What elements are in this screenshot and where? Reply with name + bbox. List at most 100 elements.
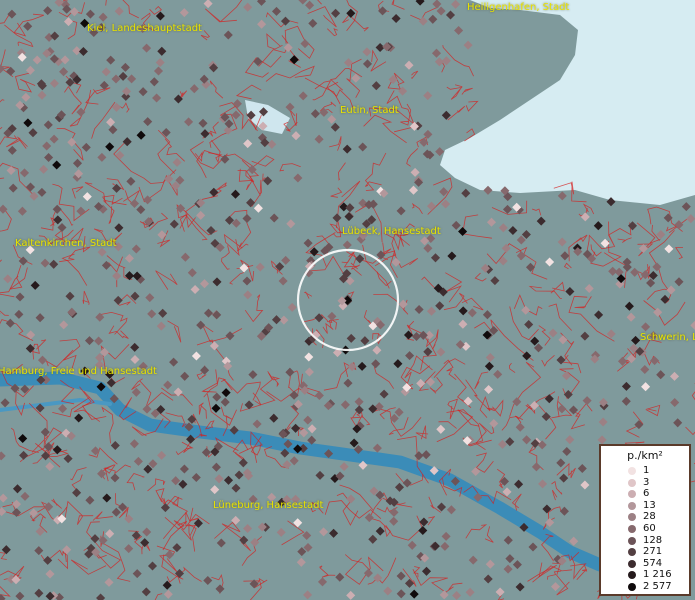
density-dot (414, 304, 424, 315)
density-dot (60, 55, 70, 65)
density-dot (214, 474, 224, 484)
density-dot (98, 12, 108, 22)
density-dot (130, 354, 140, 365)
density-dot (42, 141, 52, 151)
density-dot (308, 18, 318, 28)
density-dot (331, 8, 341, 18)
population-density-map[interactable]: Heiligenhafen, Stadt Kiel, Landeshauptst… (0, 0, 695, 600)
map-canvas[interactable] (0, 0, 695, 600)
boundary-line (0, 162, 34, 196)
boundary-line (462, 214, 492, 239)
boundary-line (100, 311, 128, 335)
density-dot (556, 458, 566, 468)
density-dot (203, 575, 213, 586)
density-dot (96, 593, 106, 600)
density-dot (23, 118, 33, 128)
density-dot (211, 403, 221, 413)
density-dot (495, 587, 505, 597)
boundary-line (563, 262, 572, 270)
density-dot (305, 0, 315, 10)
density-dot (423, 91, 433, 101)
density-dot (12, 484, 23, 494)
boundary-line (527, 562, 557, 582)
boundary-line (164, 138, 185, 162)
boundary-line (304, 77, 341, 105)
boundary-line (319, 565, 336, 578)
density-dot (223, 475, 234, 485)
density-dot (276, 527, 286, 537)
density-dot (383, 586, 393, 596)
boundary-line (108, 325, 129, 339)
density-dot (362, 59, 373, 69)
density-dot (544, 394, 554, 404)
legend-title: p./km² (627, 449, 663, 462)
density-dot (105, 529, 115, 539)
density-dot (231, 483, 241, 493)
density-dot (342, 240, 352, 250)
density-dot (124, 253, 134, 263)
density-dot (439, 590, 449, 600)
density-dot (681, 202, 691, 212)
density-dot (212, 310, 222, 320)
density-dot (49, 134, 59, 144)
density-dot (388, 74, 398, 85)
density-dot (172, 157, 182, 167)
density-dot (5, 318, 15, 328)
density-dot (545, 517, 555, 528)
density-dot (372, 345, 382, 355)
density-dot (169, 219, 179, 229)
density-dot (190, 284, 200, 295)
legend-swatch (628, 478, 636, 487)
density-dot (426, 306, 437, 316)
density-dot (594, 310, 604, 320)
boundary-line (645, 404, 661, 417)
density-dot (20, 491, 30, 501)
density-dot (0, 493, 8, 503)
density-dot (39, 164, 49, 174)
density-dot (425, 377, 436, 387)
city-label-kiel: Kiel, Landeshauptstadt (87, 23, 202, 34)
boundary-line (484, 526, 494, 543)
density-dot (25, 182, 36, 192)
density-dot (300, 39, 310, 49)
density-dot (7, 145, 17, 155)
density-dot (98, 535, 108, 545)
density-dot (179, 8, 189, 18)
density-dot (85, 9, 95, 19)
density-dot (285, 102, 295, 112)
density-dot (223, 30, 233, 40)
boundary-line (617, 237, 632, 243)
boundary-line (413, 566, 421, 578)
density-dot (402, 478, 412, 488)
density-dot (428, 14, 438, 24)
density-dot (346, 590, 356, 600)
boundary-line (9, 264, 28, 290)
density-dot (152, 93, 162, 103)
density-dot (132, 569, 142, 579)
boundary-line (15, 72, 36, 93)
boundary-line (327, 28, 338, 37)
density-dot (82, 192, 92, 202)
legend-swatch (628, 525, 636, 533)
density-dot (411, 331, 422, 342)
density-dot (600, 238, 610, 248)
density-dot (11, 507, 22, 518)
density-dot (440, 541, 450, 551)
boundary-line (528, 285, 562, 299)
boundary-line (538, 405, 557, 440)
density-dot (112, 183, 122, 193)
density-dot (198, 118, 208, 128)
density-dot (120, 62, 130, 72)
legend-label: 2 577 (643, 581, 672, 592)
legend-row: 1 216 (601, 569, 689, 581)
density-dot (307, 424, 317, 434)
boundary-line (461, 87, 473, 95)
density-dot (346, 494, 356, 504)
density-dot (314, 313, 324, 323)
density-dot (54, 0, 64, 7)
boundary-line (415, 425, 429, 440)
density-dot (59, 67, 69, 77)
density-dot (345, 203, 355, 213)
boundary-line (0, 319, 34, 341)
boundary-line (411, 202, 423, 215)
